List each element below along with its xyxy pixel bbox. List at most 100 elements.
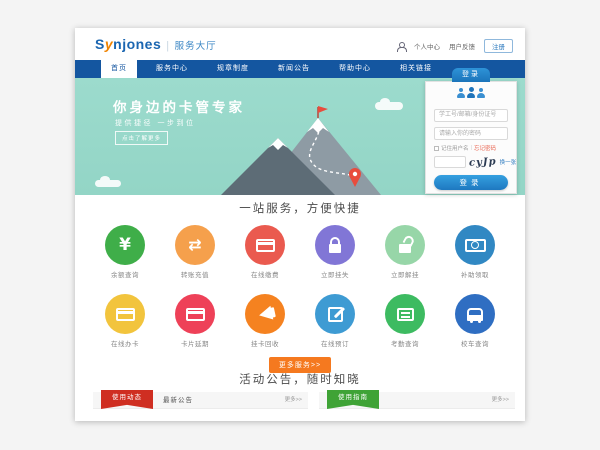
service-label: 立即挂失 — [300, 269, 370, 279]
login-panel: 记住用户名 | 忘记密码 cyJp 换一张 登录 — [425, 81, 517, 194]
services-grid: 余额查询转账充值在线缴费立即挂失立即解挂补助领取在线办卡卡片延期挂卡回收在线预订… — [75, 225, 525, 348]
nav-item[interactable]: 新闻公告 — [268, 60, 320, 78]
personal-center-link[interactable]: 个人中心 — [414, 41, 440, 51]
tab-usage-news[interactable]: 使用动态 — [101, 390, 153, 409]
service-item[interactable]: 余额查询 — [90, 225, 160, 279]
username-input[interactable] — [434, 109, 508, 122]
service-label: 在线办卡 — [90, 338, 160, 348]
service-circle — [455, 294, 495, 334]
service-item[interactable]: 立即解挂 — [370, 225, 440, 279]
register-button[interactable]: 注册 — [484, 39, 513, 53]
captcha-input[interactable] — [434, 156, 466, 168]
services-section: 一站服务，方便快捷 余额查询转账充值在线缴费立即挂失立即解挂补助领取在线办卡卡片… — [75, 195, 525, 373]
service-circle — [105, 225, 145, 265]
transfer-icon — [188, 235, 201, 255]
captcha-refresh-link[interactable]: 换一张 — [500, 158, 517, 166]
options-separator: | — [471, 145, 472, 151]
service-item[interactable]: 挂卡回收 — [230, 294, 300, 348]
brand-rest: njones — [113, 36, 161, 52]
brand-logo[interactable]: Synjones | 服务大厅 — [95, 36, 217, 52]
captcha-image: cyJp — [469, 156, 497, 168]
service-item[interactable]: 考勤查询 — [370, 294, 440, 348]
service-label: 考勤查询 — [370, 338, 440, 348]
service-circle — [175, 294, 215, 334]
login-tab[interactable]: 登录 — [452, 68, 490, 82]
more-link[interactable]: 更多>> — [492, 392, 509, 409]
service-circle — [315, 225, 355, 265]
service-item[interactable]: 立即挂失 — [300, 225, 370, 279]
edit-icon — [328, 307, 343, 322]
service-circle — [385, 225, 425, 265]
service-label: 在线缴费 — [230, 269, 300, 279]
brand-accent: y — [105, 36, 113, 52]
lock-icon — [329, 244, 341, 253]
remember-label: 记住用户名 — [441, 144, 469, 152]
nav-item[interactable]: 首页 — [101, 60, 137, 78]
page: Synjones | 服务大厅 个人中心 用户反馈 注册 首页服务中心规章制度新闻公… — [75, 28, 525, 421]
users-group-icon — [434, 88, 508, 100]
password-input[interactable] — [434, 127, 508, 140]
service-item[interactable]: 在线缴费 — [230, 225, 300, 279]
service-item[interactable]: 补助领取 — [440, 225, 510, 279]
topbar: 个人中心 用户反馈 注册 — [397, 39, 513, 53]
mountain-illustration — [203, 104, 418, 195]
user-guide-panel: 使用指南 更多>> — [319, 392, 515, 409]
service-circle — [105, 294, 145, 334]
latest-announcements-tab[interactable]: 最新公告 — [163, 392, 193, 409]
hero-cta-button[interactable]: 点击了解更多 — [115, 131, 168, 145]
service-item[interactable]: 转账充值 — [160, 225, 230, 279]
service-label: 补助领取 — [440, 269, 510, 279]
card-icon — [186, 308, 205, 321]
nav-item[interactable]: 帮助中心 — [329, 60, 381, 78]
cloud-icon — [95, 180, 121, 187]
service-label: 卡片延期 — [160, 338, 230, 348]
yen-icon — [119, 235, 131, 255]
usage-news-panel: 使用动态 最新公告 更多>> — [93, 392, 308, 409]
person-icon — [467, 88, 475, 99]
announcements-heading: 活动公告，随时知晓 — [75, 371, 525, 387]
brand-pre: S — [95, 36, 105, 52]
bus-icon — [467, 308, 483, 321]
forgot-password-link[interactable]: 忘记密码 — [474, 144, 496, 152]
service-label: 余额查询 — [90, 269, 160, 279]
service-item[interactable]: 在线办卡 — [90, 294, 160, 348]
unlock-icon — [399, 244, 411, 253]
login-button[interactable]: 登录 — [434, 175, 508, 190]
brand-suffix: 服务大厅 — [175, 41, 217, 52]
remember-checkbox[interactable] — [434, 146, 439, 151]
tab-user-guide[interactable]: 使用指南 — [327, 390, 379, 409]
card-icon — [116, 308, 135, 321]
person-icon — [477, 88, 485, 99]
login-options: 记住用户名 | 忘记密码 — [434, 144, 508, 152]
service-circle — [385, 294, 425, 334]
header: Synjones | 服务大厅 个人中心 用户反馈 注册 — [75, 28, 525, 60]
person-icon — [457, 88, 465, 99]
service-item[interactable]: 卡片延期 — [160, 294, 230, 348]
service-label: 立即解挂 — [370, 269, 440, 279]
service-item[interactable]: 在线预订 — [300, 294, 370, 348]
service-circle — [175, 225, 215, 265]
feedback-link[interactable]: 用户反馈 — [449, 41, 475, 51]
nav-item[interactable]: 相关链接 — [390, 60, 442, 78]
megaphone-icon — [257, 306, 273, 322]
service-circle — [315, 294, 355, 334]
service-label: 在线预订 — [300, 338, 370, 348]
card-icon — [256, 239, 275, 252]
service-item[interactable]: 校车查询 — [440, 294, 510, 348]
service-circle — [455, 225, 495, 265]
nav-item[interactable]: 规章制度 — [207, 60, 259, 78]
cash-icon — [465, 239, 486, 252]
user-icon — [397, 42, 405, 50]
list-icon — [397, 308, 414, 321]
service-label: 转账充值 — [160, 269, 230, 279]
hero-subtitle: 提供捷径 一步到位 — [115, 118, 195, 128]
service-label: 挂卡回收 — [230, 338, 300, 348]
service-circle — [245, 294, 285, 334]
service-label: 校车查询 — [440, 338, 510, 348]
service-circle — [245, 225, 285, 265]
more-link[interactable]: 更多>> — [285, 392, 302, 409]
nav-item[interactable]: 服务中心 — [146, 60, 198, 78]
services-heading: 一站服务，方便快捷 — [75, 200, 525, 216]
brand-separator: | — [166, 40, 169, 52]
captcha-row: cyJp 换一张 — [434, 156, 508, 168]
